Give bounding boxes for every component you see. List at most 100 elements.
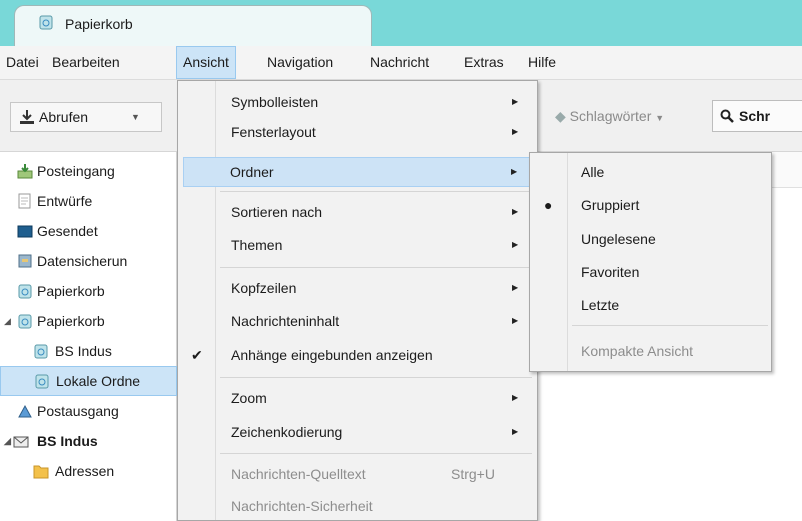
menu-item-label: Zoom	[231, 390, 267, 406]
menu-extras-label: Extras	[464, 54, 504, 70]
menu-item-label: Themen	[231, 237, 283, 253]
get-mail-label: Abrufen	[39, 109, 89, 125]
menu-nachricht[interactable]: Nachricht	[364, 46, 435, 79]
menu-hilfe[interactable]: Hilfe	[522, 46, 562, 79]
tab-papierkorb[interactable]: Papierkorb	[14, 5, 372, 46]
submenu-arrow-icon: ▶	[512, 207, 519, 216]
folder-icon	[33, 465, 49, 479]
sent-icon	[17, 225, 33, 238]
folder-view-submenu: Alle ● Gruppiert Ungelesene Favoriten Le…	[529, 152, 772, 372]
menu-item-nachrichteninhalt[interactable]: Nachrichteninhalt ▶	[180, 306, 535, 336]
chevron-down-icon[interactable]: ▼	[131, 103, 140, 131]
menu-item-favoriten[interactable]: Favoriten	[532, 257, 769, 287]
menu-item-label: Gruppiert	[581, 197, 640, 213]
folder-label: BS Indus	[37, 433, 98, 449]
chevron-down-icon: ▼	[655, 113, 665, 123]
menu-datei-label: Datei	[6, 54, 39, 70]
search-icon	[720, 109, 734, 123]
menu-item-symbolleisten[interactable]: Symbolleisten ▶	[180, 87, 535, 117]
trash-icon	[18, 284, 32, 299]
menu-item-sortieren-nach[interactable]: Sortieren nach ▶	[180, 197, 535, 227]
menu-bearbeiten-label: Bearbeiten	[52, 54, 120, 70]
menu-item-label: Nachrichten-Sicherheit	[231, 498, 373, 514]
download-icon	[20, 110, 34, 124]
menu-item-label: Fensterlayout	[231, 124, 316, 140]
folder-item[interactable]: Papierkorb	[0, 276, 177, 306]
submenu-arrow-icon: ▶	[512, 316, 519, 325]
menu-item-kopfzeilen[interactable]: Kopfzeilen ▶	[180, 273, 535, 303]
menu-navigation-label: Navigation	[267, 54, 334, 70]
folder-item[interactable]: ◢ BS Indus	[0, 426, 177, 456]
folder-label: Adressen	[55, 463, 115, 479]
folder-item[interactable]: Gesendet	[0, 216, 177, 246]
trash-icon	[34, 344, 48, 359]
menu-separator	[220, 191, 532, 192]
menu-item-kompakte-ansicht: Kompakte Ansicht	[532, 336, 769, 366]
submenu-arrow-icon: ▶	[512, 97, 519, 106]
folder-label: Datensicherun	[37, 253, 128, 269]
inbox-icon	[17, 164, 33, 179]
menu-item-zoom[interactable]: Zoom ▶	[180, 383, 535, 413]
menu-item-nachrichten-quelltext: Nachrichten-Quelltext Strg+U	[180, 459, 535, 489]
get-mail-button[interactable]: Abrufen ▼	[10, 102, 162, 132]
search-label: Schr	[739, 108, 771, 124]
menu-extras[interactable]: Extras	[458, 46, 510, 79]
collapse-icon[interactable]: ◢	[4, 426, 11, 456]
checkmark-icon: ✔	[191, 347, 203, 363]
tags-button[interactable]: ◆ Schlagwörter ▼	[555, 102, 664, 132]
submenu-arrow-icon: ▶	[511, 167, 518, 176]
menu-item-label: Anhänge eingebunden anzeigen	[231, 347, 433, 363]
menu-item-ordner[interactable]: Ordner ▶	[183, 157, 531, 187]
menu-item-label: Ungelesene	[581, 231, 656, 247]
submenu-arrow-icon: ▶	[512, 393, 519, 402]
folder-item[interactable]: Postausgang	[0, 396, 177, 426]
menu-item-label: Zeichenkodierung	[231, 424, 343, 440]
menu-nachricht-label: Nachricht	[370, 54, 430, 70]
menu-item-themen[interactable]: Themen ▶	[180, 230, 535, 260]
submenu-arrow-icon: ▶	[512, 283, 519, 292]
outbox-icon	[18, 404, 32, 418]
folder-item[interactable]: Adressen	[0, 456, 177, 486]
menu-item-ungelesene[interactable]: Ungelesene	[532, 224, 769, 254]
menu-item-nachrichten-sicherheit: Nachrichten-Sicherheit	[180, 491, 535, 521]
folder-label: BS Indus	[55, 343, 112, 359]
folder-item[interactable]: Lokale Ordne	[0, 366, 177, 396]
menu-item-letzte[interactable]: Letzte	[532, 290, 769, 320]
folder-item[interactable]: BS Indus	[0, 336, 177, 366]
collapse-icon[interactable]: ◢	[4, 306, 11, 336]
folder-label: Posteingang	[37, 163, 115, 179]
menu-navigation[interactable]: Navigation	[261, 46, 339, 79]
submenu-arrow-icon: ▶	[512, 240, 519, 249]
menu-ansicht[interactable]: Ansicht	[176, 46, 236, 79]
menu-item-label: Symbolleisten	[231, 94, 319, 110]
folder-item[interactable]: Datensicherun	[0, 246, 177, 276]
folder-item[interactable]: ◢ Papierkorb	[0, 306, 177, 336]
menu-item-label: Letzte	[581, 297, 620, 313]
menu-item-fensterlayout[interactable]: Fensterlayout ▶	[180, 117, 535, 147]
submenu-arrow-icon: ▶	[512, 427, 519, 436]
folder-item[interactable]: Posteingang	[0, 156, 177, 186]
radio-bullet-icon: ●	[544, 197, 553, 213]
folder-label: Papierkorb	[37, 313, 105, 329]
menu-item-label: Kompakte Ansicht	[581, 343, 694, 359]
shortcut-label: Strg+U	[451, 466, 495, 482]
search-button[interactable]: Schr	[712, 100, 802, 132]
title-bar: Papierkorb	[0, 0, 802, 46]
menu-item-gruppiert[interactable]: ● Gruppiert	[532, 190, 769, 220]
menu-separator	[220, 453, 532, 454]
account-icon	[13, 436, 29, 448]
submenu-arrow-icon: ▶	[512, 127, 519, 136]
menu-bearbeiten[interactable]: Bearbeiten	[46, 46, 126, 79]
folder-label: Entwürfe	[37, 193, 93, 209]
menu-hilfe-label: Hilfe	[528, 54, 557, 70]
folder-label: Gesendet	[37, 223, 98, 239]
menu-item-zeichenkodierung[interactable]: Zeichenkodierung ▶	[180, 417, 535, 447]
menu-separator	[220, 377, 532, 378]
menu-item-label: Alle	[581, 164, 605, 180]
menu-datei[interactable]: Datei	[0, 46, 45, 79]
menu-separator	[572, 325, 768, 326]
menu-item-anhaenge-eingebunden[interactable]: ✔ Anhänge eingebunden anzeigen	[180, 340, 535, 370]
menu-item-alle[interactable]: Alle	[532, 157, 769, 187]
folder-item[interactable]: Entwürfe	[0, 186, 177, 216]
drafts-icon	[18, 193, 31, 209]
